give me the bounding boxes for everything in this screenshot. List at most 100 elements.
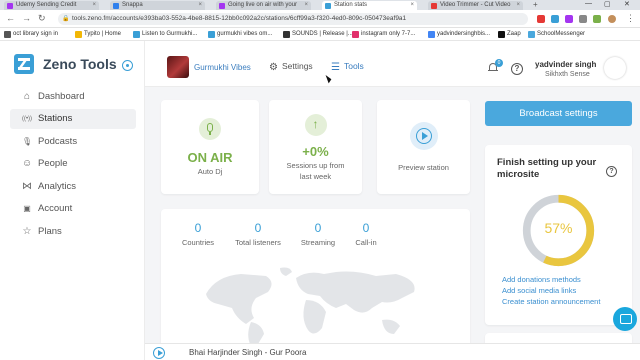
create-announcement-link[interactable]: Create station announcement xyxy=(502,297,600,306)
play-icon[interactable] xyxy=(409,122,438,150)
profile-avatar-icon[interactable] xyxy=(608,15,616,23)
bookmark-favicon-icon xyxy=(133,31,140,38)
bookmark-favicon-icon xyxy=(352,31,359,38)
close-icon[interactable]: × xyxy=(92,1,96,10)
minimize-icon[interactable]: — xyxy=(585,0,592,7)
url-input[interactable]: 🔒 tools.zeno.fm/accounts/e393ba03-552a-4b… xyxy=(58,13,528,25)
close-icon[interactable]: × xyxy=(410,1,414,10)
sidebar-item-analytics[interactable]: ⋈ Analytics xyxy=(10,177,136,197)
settings-tab[interactable]: ⚙ Settings xyxy=(269,61,313,73)
mic-icon xyxy=(199,118,221,140)
bookmark-favicon-icon xyxy=(75,31,82,38)
bookmark-item[interactable]: instagram only 7-7... xyxy=(352,30,415,39)
bookmark-item[interactable]: oct library sign in xyxy=(4,30,58,39)
add-social-links-link[interactable]: Add social media links xyxy=(502,286,576,295)
browser-tab[interactable]: Udemy Sending Credit × xyxy=(4,1,99,10)
call-in-count: 0 xyxy=(362,221,370,235)
sidebar-item-stations[interactable]: ((•)) Stations xyxy=(10,109,136,129)
bookmark-favicon-icon xyxy=(208,31,215,38)
zeno-logo-icon xyxy=(14,54,34,74)
brand-name: Zeno Tools xyxy=(43,56,117,72)
lock-icon: 🔒 xyxy=(62,16,70,22)
browser-tab[interactable]: Going live on air with your × xyxy=(216,1,311,10)
mic-icon: 🎙 xyxy=(22,137,33,146)
share-icon: ⋈ xyxy=(22,181,32,192)
gear-icon: ⚙ xyxy=(269,62,278,73)
close-icon[interactable]: × xyxy=(304,1,308,10)
bookmark-item[interactable]: SchoolMessenger xyxy=(528,30,585,39)
new-tab-icon[interactable]: + xyxy=(533,0,538,9)
bookmark-item[interactable]: SOUNDS | Release |... xyxy=(283,30,353,39)
main-content: Gurmukhi Vibes ⚙ Settings ☰ Tools 0 ? yadv… xyxy=(145,41,640,360)
station-name[interactable]: Gurmukhi Vibes xyxy=(194,63,251,72)
broadcast-settings-button[interactable]: Broadcast settings xyxy=(485,101,632,126)
window-close-icon[interactable]: ✕ xyxy=(624,0,630,8)
extension-icon[interactable] xyxy=(565,15,573,23)
bookmark-favicon-icon xyxy=(428,31,435,38)
bookmark-label: Typito | Home xyxy=(84,31,121,37)
station-thumbnail[interactable] xyxy=(167,56,189,78)
sidebar-item-people[interactable]: ☺ People xyxy=(10,154,136,174)
help-icon[interactable]: ? xyxy=(511,63,523,75)
bookmark-favicon-icon xyxy=(283,31,290,38)
reload-icon[interactable]: ↻ xyxy=(38,13,46,24)
on-air-card: ON AIR Auto Dj xyxy=(161,100,259,194)
bookmark-label: Zaap xyxy=(507,31,521,37)
on-air-mode: Auto Dj xyxy=(197,167,223,176)
sessions-label-line2: last week xyxy=(299,172,332,181)
play-icon[interactable] xyxy=(153,347,165,359)
extension-icon[interactable] xyxy=(551,15,559,23)
bookmark-favicon-icon xyxy=(4,31,11,38)
browser-menu-icon[interactable]: ⋮ xyxy=(626,13,635,24)
chat-support-icon[interactable] xyxy=(613,307,637,331)
browser-tab[interactable]: Video Trimmer - Cut Video × xyxy=(428,1,523,10)
add-donations-link[interactable]: Add donations methods xyxy=(502,275,581,284)
bookmark-label: SchoolMessenger xyxy=(537,31,586,37)
bookmark-item[interactable]: Typito | Home xyxy=(75,30,121,39)
sidebar-toggle-icon[interactable] xyxy=(122,60,133,71)
arrow-up-icon: ↑ xyxy=(304,114,327,136)
user-name[interactable]: yadvinder singh xyxy=(535,60,596,69)
bookmark-label: instagram only 7-7... xyxy=(361,31,416,37)
extension-icon[interactable] xyxy=(579,15,587,23)
bookmark-item[interactable]: yadvindersinghbis... xyxy=(428,30,490,39)
forward-icon[interactable]: → xyxy=(22,13,31,23)
tools-label: Tools xyxy=(343,61,364,71)
listeners-map-card: 0 Countries 0 Total listeners 0 Streamin… xyxy=(161,209,470,354)
microsite-title: Finish setting up your microsite xyxy=(497,157,597,180)
sidebar-item-account[interactable]: ▣ Account xyxy=(10,199,136,219)
maximize-icon[interactable]: ▢ xyxy=(604,0,611,8)
home-icon: ⌂ xyxy=(23,91,31,102)
avatar[interactable] xyxy=(604,57,626,79)
browser-tab[interactable]: Snappa × xyxy=(110,1,205,10)
close-icon[interactable]: × xyxy=(516,1,520,10)
sidebar-item-plans[interactable]: ☆ Plans xyxy=(10,222,136,242)
bookmark-item[interactable]: gurmukhi vibes om... xyxy=(208,30,272,39)
back-icon[interactable]: ← xyxy=(6,13,15,23)
extension-icon[interactable] xyxy=(537,15,545,23)
browser-tab-active[interactable]: Station stats × xyxy=(322,1,417,10)
extension-icon[interactable] xyxy=(593,15,601,23)
sidebar-item-label: Analytics xyxy=(38,181,77,192)
bookmark-item[interactable]: Zaap xyxy=(498,30,521,39)
bookmarks-bar: oct library sign in Typito | Home Listen… xyxy=(0,28,640,41)
tab-label: Station stats xyxy=(334,2,368,8)
tools-tab[interactable]: ☰ Tools xyxy=(331,61,364,73)
station-header: Gurmukhi Vibes ⚙ Settings ☰ Tools 0 ? yadv… xyxy=(145,41,640,87)
account-icon: ▣ xyxy=(23,204,31,213)
close-icon[interactable]: × xyxy=(198,1,202,10)
sidebar-item-label: People xyxy=(38,158,68,169)
sessions-change: +0% xyxy=(302,144,329,159)
tab-favicon-icon xyxy=(113,3,119,9)
tab-favicon-icon xyxy=(431,3,437,9)
sidebar-item-dashboard[interactable]: ⌂ Dashboard xyxy=(10,87,136,107)
help-icon[interactable]: ? xyxy=(606,166,617,177)
sidebar-item-label: Podcasts xyxy=(38,136,78,147)
preview-station-card[interactable]: Preview station xyxy=(377,100,470,194)
sidebar-item-podcasts[interactable]: 🎙 Podcasts xyxy=(10,132,136,152)
bookmark-item[interactable]: Listen to Gurmukhi... xyxy=(133,30,197,39)
tab-label: Going live on air with your xyxy=(228,2,298,8)
radio-icon: ((•)) xyxy=(21,116,33,122)
microsite-setup-card: Finish setting up your microsite ? 57% A… xyxy=(485,145,632,325)
sessions-card: ↑ +0% Sessions up from last week xyxy=(269,100,362,194)
